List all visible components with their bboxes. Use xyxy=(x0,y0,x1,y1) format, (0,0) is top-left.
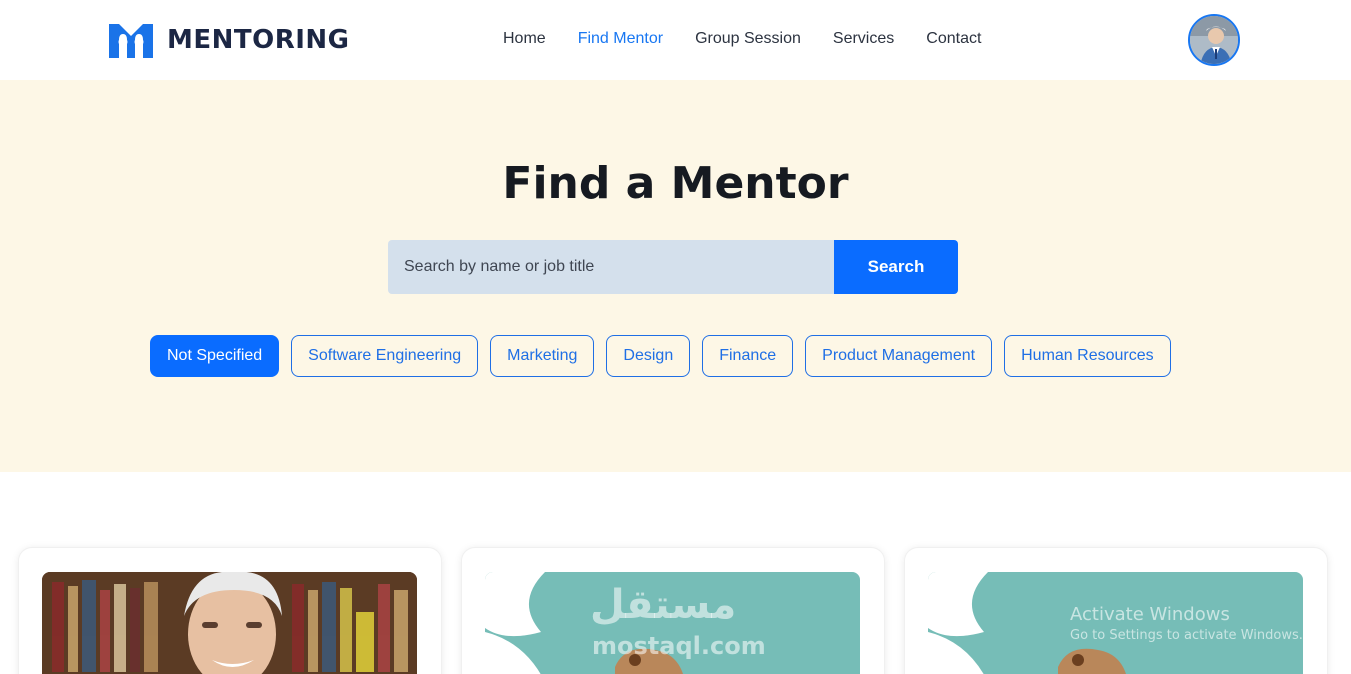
search-input[interactable] xyxy=(388,240,834,294)
nav-group-session[interactable]: Group Session xyxy=(695,30,801,48)
category-chip-human-resources[interactable]: Human Resources xyxy=(1004,335,1171,377)
mentoring-logo-icon xyxy=(109,24,153,58)
brand-logo[interactable]: MENTORING xyxy=(107,20,350,60)
brand-name: MENTORING xyxy=(167,25,350,55)
category-chip-software-engineering[interactable]: Software Engineering xyxy=(291,335,479,377)
category-filters: Not Specified Software Engineering Marke… xyxy=(150,335,1171,377)
main-nav: Home Find Mentor Group Session Services … xyxy=(503,30,981,48)
mentor-photo-image xyxy=(42,572,417,674)
category-chip-marketing[interactable]: Marketing xyxy=(490,335,595,377)
category-chip-finance[interactable]: Finance xyxy=(702,335,794,377)
mentor-card[interactable] xyxy=(904,547,1328,674)
nav-home[interactable]: Home xyxy=(503,30,546,48)
mentor-photo-image xyxy=(485,572,860,674)
mentor-photo xyxy=(485,572,860,674)
mentor-card[interactable] xyxy=(18,547,442,674)
mentor-card[interactable] xyxy=(461,547,885,674)
category-chip-design[interactable]: Design xyxy=(606,335,691,377)
top-navbar: MENTORING Home Find Mentor Group Session… xyxy=(0,0,1351,80)
mentor-photo xyxy=(928,572,1303,674)
nav-contact[interactable]: Contact xyxy=(926,30,981,48)
nav-services[interactable]: Services xyxy=(833,30,894,48)
find-mentor-hero: Find a Mentor Search Not Specified Softw… xyxy=(0,80,1351,472)
mentor-photo-image xyxy=(928,572,1303,674)
category-chip-not-specified[interactable]: Not Specified xyxy=(150,335,280,377)
mentor-search-bar: Search xyxy=(388,240,958,294)
page-title: Find a Mentor xyxy=(502,158,849,209)
category-chip-product-management[interactable]: Product Management xyxy=(805,335,993,377)
search-button[interactable]: Search xyxy=(834,240,958,294)
nav-find-mentor[interactable]: Find Mentor xyxy=(578,30,663,48)
user-avatar-icon xyxy=(1190,16,1238,64)
user-avatar[interactable] xyxy=(1188,14,1240,66)
mentor-photo xyxy=(42,572,417,674)
